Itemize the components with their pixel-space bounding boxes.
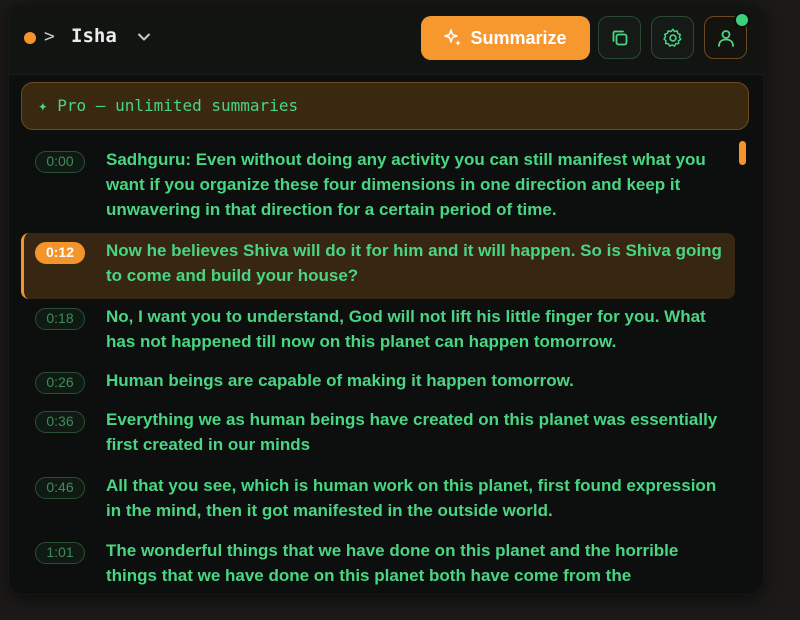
copy-icon bbox=[612, 30, 627, 45]
transcript-line[interactable]: 0:46 All that you see, which is human wo… bbox=[21, 472, 735, 528]
transcript-line[interactable]: 0:26 Human beings are capable of making … bbox=[21, 367, 735, 397]
timestamp-chip[interactable]: 0:46 bbox=[35, 477, 85, 499]
copy-button[interactable] bbox=[598, 16, 641, 59]
summarize-button[interactable]: Summarize bbox=[421, 16, 590, 60]
profile-button[interactable] bbox=[704, 12, 750, 59]
timestamp-chip[interactable]: 0:26 bbox=[35, 372, 85, 394]
chevron-down-icon[interactable] bbox=[137, 30, 151, 44]
timestamp-chip[interactable]: 0:18 bbox=[35, 308, 85, 330]
transcript-text: The wonderful things that we have done o… bbox=[106, 541, 679, 585]
prompt-sign: > bbox=[44, 26, 55, 47]
transcript-line[interactable]: 0:36 Everything we as human beings have … bbox=[21, 407, 735, 463]
transcript-list[interactable]: 0:00 Sadhguru: Even without doing any ac… bbox=[21, 137, 749, 589]
transcript-text: Sadhguru: Even without doing any activit… bbox=[106, 150, 706, 219]
settings-button[interactable] bbox=[651, 16, 694, 59]
transcript-text: Everything we as human beings have creat… bbox=[106, 410, 718, 454]
user-icon bbox=[717, 29, 734, 47]
pro-banner-text: ✦ Pro — unlimited summaries bbox=[38, 96, 299, 115]
transcript-line-active[interactable]: 0:12 Now he believes Shiva will do it fo… bbox=[21, 233, 735, 299]
gear-icon bbox=[662, 28, 682, 47]
transcript-line[interactable]: 0:18 No, I want you to understand, God w… bbox=[21, 303, 735, 359]
transcript-text: Now he believes Shiva will do it for him… bbox=[106, 241, 722, 285]
transcript-line[interactable]: 0:00 Sadhguru: Even without doing any ac… bbox=[21, 145, 735, 229]
timestamp-chip[interactable]: 1:01 bbox=[35, 542, 85, 564]
channel-name[interactable]: Isha bbox=[71, 25, 117, 47]
transcript-text: No, I want you to understand, God will n… bbox=[106, 307, 706, 351]
transcript-text: Human beings are capable of making it ha… bbox=[106, 371, 574, 390]
timestamp-chip[interactable]: 0:00 bbox=[35, 151, 85, 173]
sparkle-icon bbox=[444, 29, 462, 46]
timestamp-chip[interactable]: 0:36 bbox=[35, 411, 85, 433]
timestamp-chip-active[interactable]: 0:12 bbox=[35, 242, 85, 264]
online-indicator bbox=[734, 12, 750, 28]
summarize-label: Summarize bbox=[470, 27, 567, 48]
transcript-panel: > Isha Summarize ✦ Pro — unlimited summa… bbox=[9, 4, 763, 594]
panel-header: > Isha Summarize bbox=[9, 4, 763, 75]
transcript-text: All that you see, which is human work on… bbox=[106, 476, 717, 520]
transcript-line[interactable]: 1:01 The wonderful things that we have d… bbox=[21, 537, 735, 589]
scrollbar-thumb[interactable] bbox=[739, 141, 746, 165]
status-dot bbox=[24, 32, 36, 44]
pro-banner[interactable]: ✦ Pro — unlimited summaries bbox=[21, 82, 749, 130]
